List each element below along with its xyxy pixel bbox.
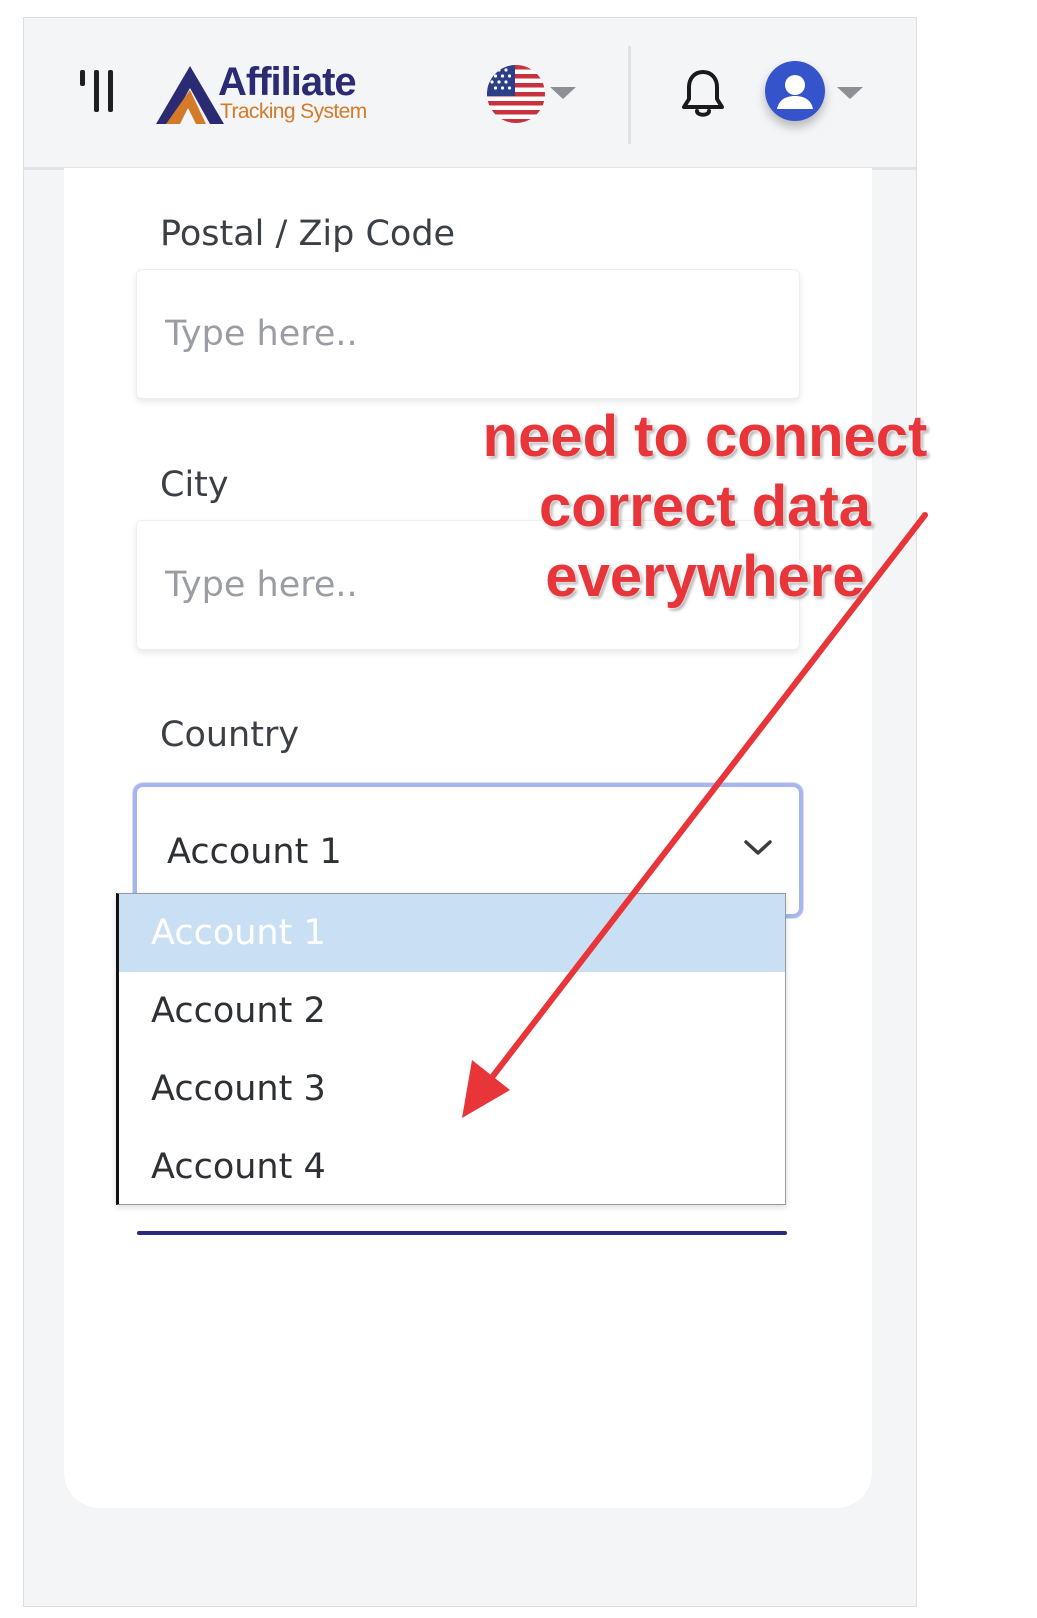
menu-toggle-icon[interactable] [78,70,118,120]
dropdown-option[interactable]: Account 4 [119,1128,785,1206]
user-avatar-icon[interactable] [765,61,825,121]
bell-icon[interactable] [679,68,727,120]
logo-mark-icon [156,66,224,124]
chevron-down-icon [744,840,772,855]
user-menu-caret-icon[interactable] [837,87,863,99]
app-logo[interactable]: Affiliate Tracking System [154,60,367,126]
language-caret-icon[interactable] [550,87,576,99]
city-label: City [160,465,229,505]
top-navbar: Affiliate Tracking System [24,18,916,170]
annotation-line: need to connect [482,404,928,469]
country-selected-value: Account 1 [167,832,342,872]
country-label: Country [160,715,300,755]
form-card: Postal / Zip Code City Country Account 1 [64,168,872,1508]
annotation-line: correct data [538,474,872,539]
country-dropdown-list: Account 1 Account 2 Account 3 Account 4 [116,893,786,1205]
submit-button-edge[interactable] [137,1231,787,1235]
annotation-text: need to connect correct data everywhere [470,402,940,612]
dropdown-option[interactable]: Account 3 [119,1050,785,1128]
logo-subtitle: Tracking System [220,100,367,123]
postal-code-label: Postal / Zip Code [160,214,456,254]
dropdown-option[interactable]: Account 2 [119,972,785,1050]
dropdown-option[interactable]: Account 1 [119,894,785,972]
app-frame: Affiliate Tracking System Postal / Zip C… [23,17,917,1607]
navbar-divider [628,46,631,144]
annotation-line: everywhere [545,544,865,609]
us-flag-icon[interactable] [487,65,545,123]
logo-title: Affiliate [218,60,357,104]
postal-code-input[interactable] [136,269,800,399]
